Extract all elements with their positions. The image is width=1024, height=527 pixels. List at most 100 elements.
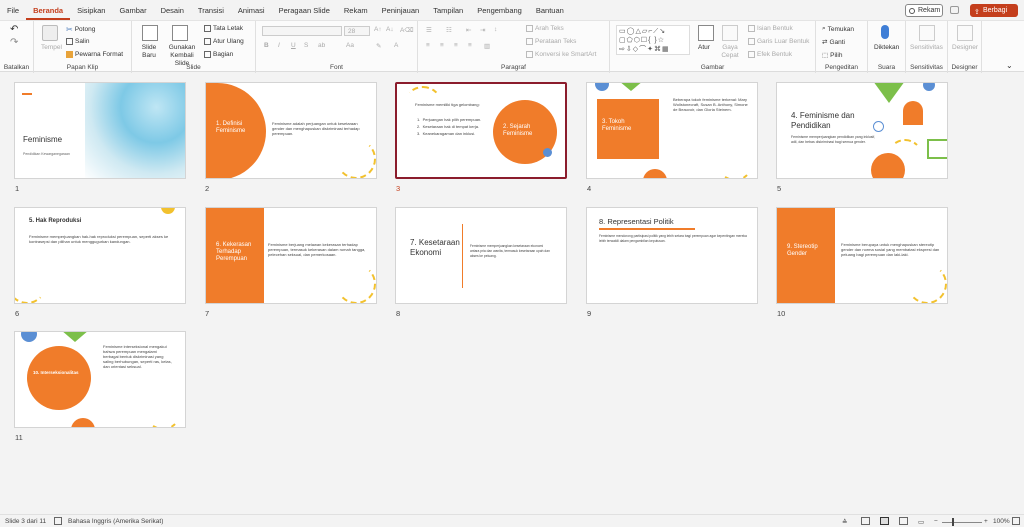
perataan-teks-button[interactable]: Perataan Teks — [526, 38, 576, 45]
konversi-smartart-button[interactable]: Konversi ke SmartArt — [526, 51, 596, 58]
new-slide-icon[interactable] — [142, 25, 158, 41]
atur-button[interactable]: Atur — [698, 44, 710, 51]
clear-format-icon[interactable]: A⌫ — [400, 26, 414, 34]
tab-bantuan[interactable]: Bantuan — [529, 0, 571, 20]
temukan-button[interactable]: ⌕ Temukan — [822, 25, 854, 34]
slide-thumbnail-5[interactable]: 4. Feminisme dan Pendidikan Feminisme me… — [776, 82, 948, 179]
potong-button[interactable]: ✂ Potong — [66, 25, 95, 34]
undo-icon[interactable]: ↶ — [10, 24, 18, 35]
salin-button[interactable]: Salin — [66, 38, 89, 45]
diktekan-button[interactable]: Diktekan — [874, 44, 899, 51]
arrange-icon[interactable] — [698, 25, 714, 41]
atur-ulang-button[interactable]: Atur Ulang — [204, 38, 244, 45]
tab-desain[interactable]: Desain — [154, 0, 191, 20]
zoom-in-button[interactable]: + — [984, 518, 988, 525]
berbagi-button[interactable]: ⇪ Berbagi — [970, 4, 1018, 17]
font-name-input[interactable] — [262, 26, 342, 36]
columns-icon[interactable]: ▥ — [484, 42, 490, 50]
strikethrough-icon[interactable]: S — [304, 42, 308, 49]
slide-sorter-view-icon[interactable] — [880, 517, 889, 525]
slideshow-icon[interactable]: ▭ — [918, 518, 924, 526]
quick-styles-icon[interactable] — [722, 25, 738, 41]
slide-thumbnail-7[interactable]: 6. Kekerasan Terhadap Perempuan Feminism… — [205, 207, 377, 304]
slide-thumbnail-4[interactable]: 3. Tokoh Feminisme Beberapa tokoh femini… — [586, 82, 758, 179]
language-status[interactable]: Bahasa Inggris (Amerika Serikat) — [68, 518, 163, 525]
increase-indent-icon[interactable]: ⇥ — [480, 26, 485, 34]
designer-icon[interactable] — [957, 25, 973, 41]
align-right-icon[interactable]: ≡ — [454, 42, 458, 49]
reuse-slide-icon[interactable] — [172, 25, 188, 41]
normal-view-icon[interactable] — [861, 517, 870, 525]
slide-thumbnail-1[interactable]: Feminisme Pendidikan Kewarganegaraan — [14, 82, 186, 179]
slide-baru-button[interactable]: Slide Baru — [138, 44, 160, 60]
italic-icon[interactable]: I — [278, 42, 280, 49]
decrease-indent-icon[interactable]: ⇤ — [466, 26, 471, 34]
tab-tampilan[interactable]: Tampilan — [426, 0, 470, 20]
spellcheck-icon[interactable] — [54, 517, 62, 525]
ganti-button[interactable]: ⇄ Ganti — [822, 38, 845, 47]
highlight-icon[interactable]: ✎ — [376, 42, 381, 50]
isian-bentuk-button[interactable]: Isian Bentuk — [748, 25, 793, 32]
designer-button[interactable]: Designer — [952, 44, 978, 51]
tata-letak-button[interactable]: Tata Letak — [204, 25, 243, 32]
slide-1-title: Feminisme — [23, 135, 63, 144]
comment-icon[interactable] — [950, 6, 959, 14]
arah-teks-button[interactable]: Arah Teks — [526, 25, 564, 32]
microphone-icon[interactable] — [881, 25, 889, 39]
tab-transisi[interactable]: Transisi — [191, 0, 231, 20]
slide-thumbnail-8[interactable]: 7. Kesetaraan Ekonomi Feminisme memperju… — [395, 207, 567, 304]
tab-gambar[interactable]: Gambar — [112, 0, 153, 20]
justify-icon[interactable]: ≡ — [468, 42, 472, 49]
spacing-icon[interactable]: ab — [318, 42, 325, 49]
gaya-cepat-button[interactable]: Gaya Cepat — [718, 44, 742, 60]
tab-peninjauan[interactable]: Peninjauan — [375, 0, 427, 20]
tempel-button[interactable]: Tempel — [41, 44, 62, 51]
tab-beranda[interactable]: Beranda — [26, 0, 71, 20]
zoom-slider-thumb[interactable] — [952, 518, 954, 526]
efek-bentuk-button[interactable]: Efek Bentuk — [748, 51, 792, 58]
font-color-icon[interactable]: A — [394, 42, 398, 49]
pewarna-format-button[interactable]: Pewarna Format — [66, 51, 123, 58]
sensitivity-icon[interactable] — [919, 25, 935, 41]
slide-thumbnail-2[interactable]: 1. Definisi Feminisme Feminisme adalah p… — [205, 82, 377, 179]
zoom-out-button[interactable]: − — [934, 518, 938, 525]
tab-pengembang[interactable]: Pengembang — [470, 0, 529, 20]
align-center-icon[interactable]: ≡ — [440, 42, 444, 49]
bold-icon[interactable]: B — [264, 42, 269, 49]
tab-animasi[interactable]: Animasi — [231, 0, 272, 20]
sensitivitas-button[interactable]: Sensitivitas — [910, 44, 943, 51]
zoom-slider[interactable] — [942, 522, 982, 523]
tab-rekam[interactable]: Rekam — [337, 0, 375, 20]
collapse-ribbon-icon[interactable]: ⌄ — [1006, 61, 1013, 70]
tab-peragaan-slide[interactable]: Peragaan Slide — [272, 0, 337, 20]
fit-window-icon[interactable] — [1012, 517, 1020, 525]
paste-icon[interactable] — [42, 25, 58, 41]
isian-label: Isian Bentuk — [757, 25, 793, 33]
redo-icon[interactable]: ↷ — [10, 37, 18, 48]
slide-thumbnail-6[interactable]: 5. Hak Reproduksi Feminisme memperjuangk… — [14, 207, 186, 304]
font-size-input[interactable]: 28 — [344, 26, 370, 36]
garis-luar-button[interactable]: Garis Luar Bentuk — [748, 38, 809, 45]
slide-thumbnail-9[interactable]: 8. Representasi Politik Feminisme mendor… — [586, 207, 758, 304]
rekam-button[interactable]: Rekam — [905, 4, 943, 17]
bullets-icon[interactable]: ☰ — [426, 26, 432, 34]
slide-thumbnail-10[interactable]: 9. Stereotip Gender Feminisme berupaya u… — [776, 207, 948, 304]
numbering-icon[interactable]: ☷ — [446, 26, 452, 34]
reading-view-icon[interactable] — [899, 517, 908, 525]
tab-sisipkan[interactable]: Sisipkan — [70, 0, 112, 20]
slide-thumbnail-3[interactable]: Feminisme memiliki tiga gelombang: 1. Pe… — [395, 82, 567, 179]
decrease-font-icon[interactable]: A↓ — [386, 26, 394, 33]
bagian-button[interactable]: Bagian — [204, 51, 233, 58]
slide-thumbnail-11[interactable]: 10. Interseksionalitas Feminisme interse… — [14, 331, 186, 428]
underline-icon[interactable]: U — [291, 42, 296, 49]
notes-icon[interactable]: ≙ — [842, 518, 847, 526]
pilih-button[interactable]: ⬚ Pilih — [822, 51, 842, 60]
change-case-icon[interactable]: Aa — [346, 42, 354, 49]
zoom-level[interactable]: 100% — [993, 518, 1010, 525]
increase-font-icon[interactable]: A↑ — [374, 26, 382, 33]
line-spacing-icon[interactable]: ↕ — [494, 26, 497, 33]
slide-11-blue-dot — [21, 332, 37, 342]
align-left-icon[interactable]: ≡ — [426, 42, 430, 49]
tab-file[interactable]: File — [0, 0, 26, 20]
shapes-gallery[interactable]: ▭◯△▱⌐⟋↘ ▢⬠⬡☐{ }☆ ⇨⇩◇⌒✦⌘▦ — [616, 25, 690, 55]
